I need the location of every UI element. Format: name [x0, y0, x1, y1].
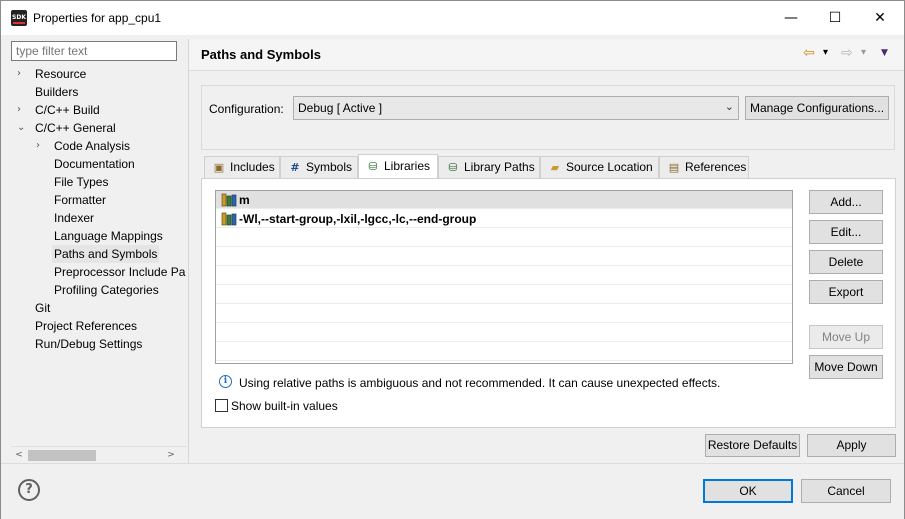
forward-dropdown-icon[interactable]: ▾	[861, 47, 866, 58]
tree-item[interactable]: Run/Debug Settings	[35, 335, 142, 353]
tree-item[interactable]: Preprocessor Include Pa	[54, 263, 185, 281]
move-down-button[interactable]: Move Down	[809, 355, 883, 379]
restore-defaults-button[interactable]: Restore Defaults	[705, 434, 800, 457]
empty-row	[216, 324, 792, 342]
edit-button[interactable]: Edit...	[809, 220, 883, 244]
cancel-button[interactable]: Cancel	[801, 479, 891, 503]
tab-symbols[interactable]: # Symbols	[280, 156, 358, 178]
add-button[interactable]: Add...	[809, 190, 883, 214]
tree-item[interactable]: Formatter	[54, 191, 106, 209]
tab-includes[interactable]: ▣ Includes	[204, 156, 280, 178]
scroll-left-arrow-icon[interactable]: <	[11, 447, 27, 464]
info-message: Using relative paths is ambiguous and no…	[239, 376, 721, 390]
references-icon: ▤	[668, 161, 680, 174]
scrollbar-thumb[interactable]	[28, 450, 96, 461]
library-item-icon	[221, 212, 237, 226]
folder-icon: ▰	[550, 161, 560, 174]
libraries-list[interactable]: m -Wl,--start-group,-lxil,-lgcc,-lc,--en…	[215, 190, 793, 364]
tree-item[interactable]: C/C++ General	[35, 119, 116, 137]
apply-button[interactable]: Apply	[807, 434, 896, 457]
empty-row	[216, 343, 792, 361]
ok-button[interactable]: OK	[703, 479, 793, 503]
view-menu-icon[interactable]: ▼	[881, 48, 888, 58]
minimize-button[interactable]: —	[768, 1, 814, 35]
tree-item[interactable]: File Types	[54, 173, 108, 191]
delete-button[interactable]: Delete	[809, 250, 883, 274]
manage-configurations-button[interactable]: Manage Configurations...	[745, 96, 889, 120]
empty-row	[216, 286, 792, 304]
export-button[interactable]: Export	[809, 280, 883, 304]
library-icon: ⛁	[368, 160, 378, 173]
close-button[interactable]: ✕	[857, 1, 903, 35]
list-item[interactable]: -Wl,--start-group,-lxil,-lgcc,-lc,--end-…	[216, 210, 792, 228]
includes-icon: ▣	[213, 161, 225, 174]
sdk-app-icon: SDK	[11, 10, 27, 26]
window-title: Properties for app_cpu1	[33, 11, 162, 25]
tree-item[interactable]: Documentation	[54, 155, 135, 173]
list-item[interactable]: m	[216, 191, 792, 209]
page-header: Paths and Symbols ⇦ ▾ ⇨ ▾ ▼	[189, 39, 904, 71]
tab-source-location[interactable]: ▰ Source Location	[540, 156, 659, 178]
tree-item[interactable]: Git	[35, 299, 50, 317]
scroll-right-arrow-icon[interactable]: >	[163, 447, 179, 464]
empty-row	[216, 267, 792, 285]
expand-chevron-down-icon[interactable]: ⌄	[17, 119, 27, 137]
page-title: Paths and Symbols	[201, 47, 321, 62]
tab-libraries[interactable]: ⛁ Libraries	[358, 154, 438, 178]
tree-horizontal-scrollbar[interactable]: < >	[11, 446, 187, 463]
help-icon[interactable]: ?	[18, 479, 40, 501]
library-paths-icon: ⛁	[448, 161, 458, 174]
property-tree: › Resource Builders › C/C++ Build ⌄ C/C++ Gene…	[11, 65, 186, 441]
library-name: -Wl,--start-group,-lxil,-lgcc,-lc,--end-…	[239, 212, 477, 226]
empty-row	[216, 248, 792, 266]
tree-item[interactable]: Resource	[35, 65, 86, 83]
show-builtin-checkbox[interactable]	[215, 399, 228, 412]
maximize-button[interactable]: ☐	[812, 1, 858, 35]
title-bar: SDK Properties for app_cpu1 — ☐ ✕	[1, 1, 904, 35]
tree-item[interactable]: Indexer	[54, 209, 94, 227]
move-up-button[interactable]: Move Up	[809, 325, 883, 349]
configuration-label: Configuration:	[209, 102, 284, 116]
expand-chevron-right-icon[interactable]: ›	[36, 137, 46, 155]
configuration-select[interactable]: Debug [ Active ] ⌄	[293, 96, 739, 120]
empty-row	[216, 305, 792, 323]
configuration-value: Debug [ Active ]	[298, 101, 383, 115]
expand-chevron-right-icon[interactable]: ›	[17, 101, 27, 119]
tree-item[interactable]: Paths and Symbols	[52, 245, 160, 263]
hash-icon: #	[290, 161, 300, 174]
tree-item[interactable]: Builders	[35, 83, 78, 101]
tab-library-paths[interactable]: ⛁ Library Paths	[438, 156, 540, 178]
properties-dialog: SDK Properties for app_cpu1 — ☐ ✕ › Resou…	[0, 0, 905, 519]
filter-input[interactable]	[11, 41, 177, 61]
back-dropdown-icon[interactable]: ▾	[823, 47, 828, 58]
info-icon: i	[219, 375, 232, 388]
forward-arrow-icon[interactable]: ⇨	[841, 45, 853, 61]
tree-item[interactable]: Project References	[35, 317, 137, 335]
tree-item[interactable]: C/C++ Build	[35, 101, 100, 119]
tree-item[interactable]: Code Analysis	[54, 137, 130, 155]
expand-chevron-right-icon[interactable]: ›	[17, 65, 27, 83]
tree-item[interactable]: Profiling Categories	[54, 281, 159, 299]
empty-row	[216, 229, 792, 247]
show-builtin-label[interactable]: Show built-in values	[231, 399, 338, 413]
tab-references[interactable]: ▤ References	[659, 156, 749, 178]
library-name: m	[239, 193, 250, 207]
chevron-down-icon: ⌄	[724, 100, 734, 113]
tree-item[interactable]: Language Mappings	[54, 227, 163, 245]
library-item-icon	[221, 193, 237, 207]
back-arrow-icon[interactable]: ⇦	[803, 45, 815, 61]
